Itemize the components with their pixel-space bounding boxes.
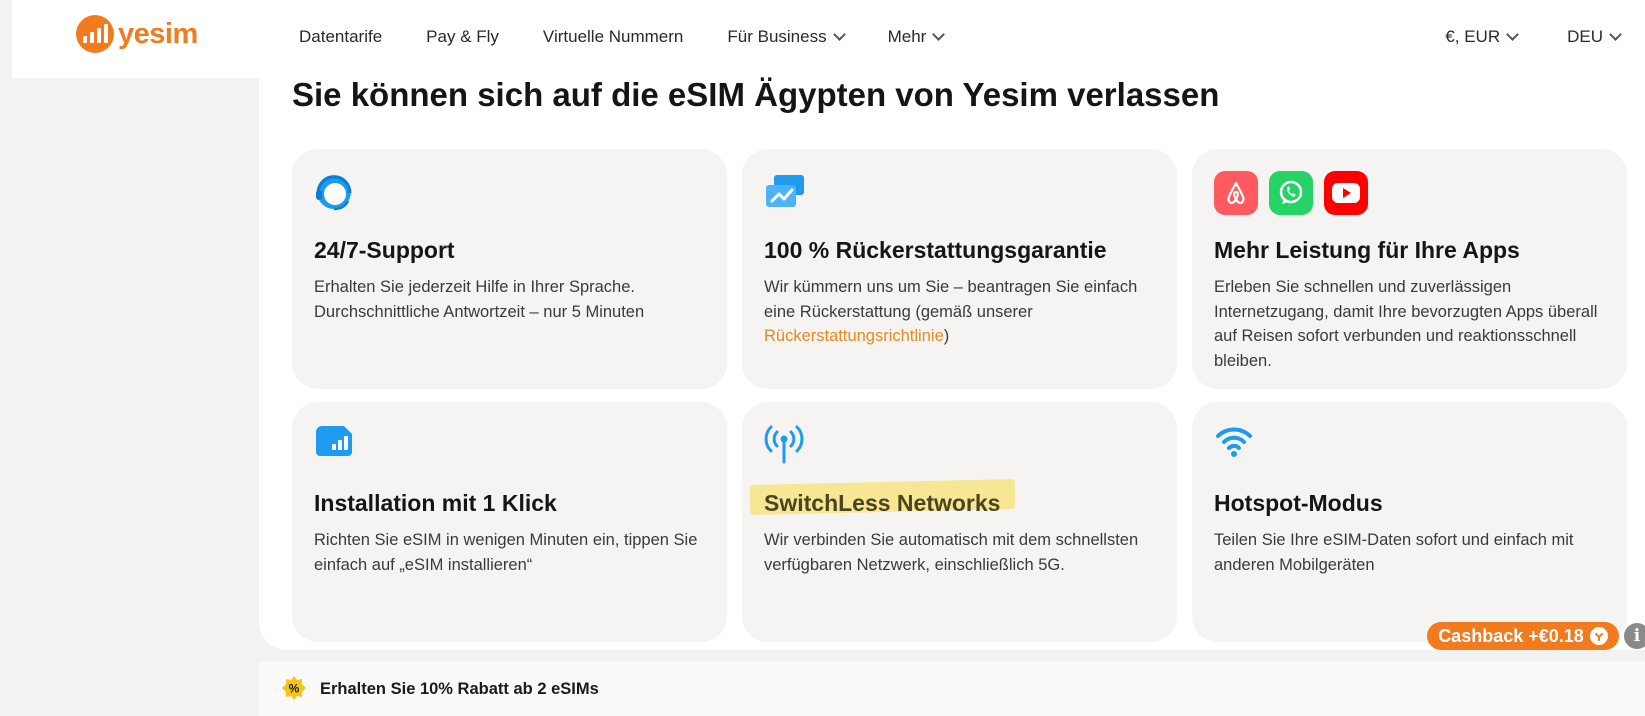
card-title: Installation mit 1 Klick [314, 490, 557, 516]
card-text: Wir kümmern uns um Sie – beantragen Sie … [764, 275, 1159, 349]
currency-label: €, EUR [1445, 27, 1501, 46]
yesim-logo[interactable]: yesim [76, 15, 198, 53]
feature-card-apps: Mehr Leistung für Ihre Apps Erleben Sie … [1192, 149, 1627, 389]
discount-banner[interactable]: % Erhalten Sie 10% Rabatt ab 2 eSIMs [259, 661, 1645, 716]
promo-text: Erhalten Sie 10% Rabatt ab 2 eSIMs [320, 680, 599, 698]
whatsapp-icon [1269, 171, 1313, 215]
headset-icon [314, 171, 354, 218]
refund-cards-icon [764, 171, 806, 216]
section-title: Sie können sich auf die eSIM Ägypten von… [292, 76, 1220, 113]
currency-selector[interactable]: €, EUR [1445, 27, 1519, 47]
nav-pay-and-fly[interactable]: Pay & Fly [426, 27, 499, 47]
percent-badge-text: % [289, 682, 300, 696]
nav-virtuelle-nummern[interactable]: Virtuelle Nummern [543, 27, 683, 47]
nav-fuer-business[interactable]: Für Business [727, 27, 846, 47]
card-text: Erleben Sie schnellen und zuverlässigen … [1214, 278, 1598, 370]
card-text: Wir verbinden Sie automatisch mit dem sc… [764, 531, 1139, 574]
chevron-down-icon [932, 28, 946, 41]
nav-label: Mehr [887, 27, 927, 46]
airbnb-icon [1214, 171, 1258, 215]
logo-text: yesim [118, 17, 198, 50]
card-title: 24/7-Support [314, 237, 455, 263]
chevron-down-icon [1506, 28, 1519, 41]
language-selector[interactable]: DEU [1567, 27, 1622, 47]
refund-policy-link[interactable]: Rückerstattungsrichtlinie [764, 327, 944, 345]
youtube-icon [1324, 171, 1368, 215]
locale-controls: €, EUR DEU [1445, 27, 1622, 47]
wifi-icon [1214, 424, 1254, 463]
nav-label: Virtuelle Nummern [542, 27, 684, 46]
card-text: Teilen Sie Ihre eSIM-Daten sofort und ei… [1214, 531, 1574, 574]
cashback-button[interactable]: Cashback +€0.18 [1427, 622, 1619, 650]
signal-bars-logo-icon [76, 15, 114, 53]
sim-signal-icon [314, 424, 354, 463]
feature-card-installation: Installation mit 1 Klick Richten Sie eSI… [292, 402, 727, 642]
chevron-down-icon [1609, 28, 1622, 41]
info-icon[interactable]: i [1624, 623, 1645, 649]
feature-card-support: 24/7-Support Erhalten Sie jederzeit Hilf… [292, 149, 727, 389]
top-navigation-bar: yesim Datentarife Pay & Fly Virtuelle Nu… [12, 0, 1645, 78]
cashback-chevron-icon [1589, 627, 1608, 645]
nav-label: Datentarife [299, 27, 383, 46]
card-text-part: Wir kümmern uns um Sie – beantragen Sie … [764, 278, 1138, 321]
nav-label: Für Business [727, 27, 827, 46]
card-title: 100 % Rückerstattungsgarantie [764, 237, 1107, 263]
card-title: SwitchLess Networks [764, 490, 1001, 516]
card-title: Hotspot-Modus [1214, 490, 1383, 516]
nav-datentarife[interactable]: Datentarife [299, 27, 382, 47]
antenna-icon [764, 424, 804, 469]
app-icons [1214, 171, 1368, 215]
main-nav: Datentarife Pay & Fly Virtuelle Nummern … [299, 27, 946, 47]
card-text-part: ) [943, 327, 950, 345]
nav-mehr[interactable]: Mehr [887, 27, 946, 47]
feature-card-refund: 100 % Rückerstattungsgarantie Wir kümmer… [742, 149, 1177, 389]
card-text: Erhalten Sie jederzeit Hilfe in Ihrer Sp… [314, 278, 645, 321]
nav-label: Pay & Fly [426, 27, 499, 46]
feature-card-switchless: SwitchLess Networks Wir verbinden Sie au… [742, 402, 1177, 642]
card-title: Mehr Leistung für Ihre Apps [1214, 237, 1520, 263]
card-text: Richten Sie eSIM in wenigen Minuten ein,… [314, 531, 698, 574]
feature-card-hotspot: Hotspot-Modus Teilen Sie Ihre eSIM-Daten… [1192, 402, 1627, 642]
language-label: DEU [1567, 27, 1603, 46]
cashback-label: Cashback +€0.18 [1438, 625, 1584, 646]
percent-badge-icon: % [281, 675, 307, 701]
chevron-down-icon [832, 28, 846, 41]
